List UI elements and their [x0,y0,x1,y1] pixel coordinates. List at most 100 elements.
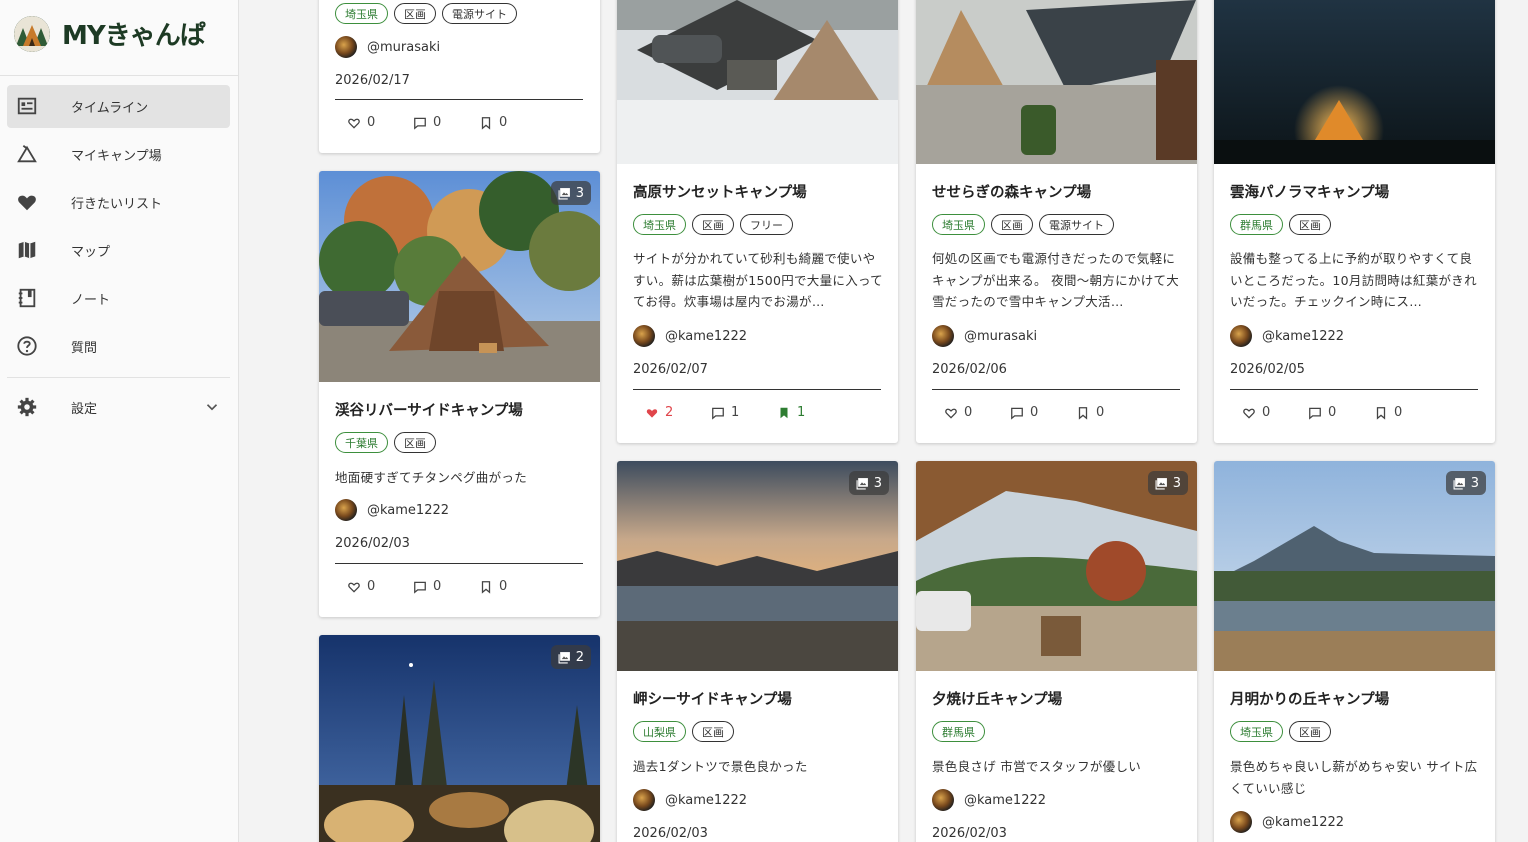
comment-button[interactable]: 0 [1308,405,1374,420]
sidebar-item-label: 質問 [71,341,98,356]
tag-site-type[interactable]: フリー [740,214,793,235]
card-divider [932,389,1180,390]
like-button[interactable]: 0 [944,405,1010,420]
tag-prefecture[interactable]: 群馬県 [932,721,985,742]
avatar [932,325,954,347]
comment-icon [712,407,724,420]
tag-prefecture[interactable]: 埼玉県 [633,214,686,235]
campsite-title[interactable]: 渓谷リバーサイドキャンプ場 [335,399,523,420]
post-card[interactable]: 3 岬シーサイドキャンプ場 山梨県 区画 過去1ダントツで景色良かった @kam… [617,461,898,842]
post-photo[interactable] [916,0,1197,164]
avatar [932,789,954,811]
sidebar-item-map[interactable]: マップ [7,229,230,272]
post-user[interactable]: @kame1222 [335,499,449,521]
sidebar-divider [0,75,238,76]
comment-button[interactable]: 1 [711,405,777,420]
like-button[interactable]: 0 [347,579,413,594]
tag-prefecture[interactable]: 埼玉県 [1230,721,1283,742]
post-card[interactable]: 雲海パノラマキャンプ場 群馬県 区画 設備も整ってる上に予約が取りやすくて良いと… [1214,0,1495,443]
tag-site-type[interactable]: 区画 [394,432,436,453]
avatar [1230,811,1252,833]
post-card[interactable]: 3 月明かりの丘キャンプ場 埼玉県 区画 景色めちゃ良いし薪がめちゃ安い サイト… [1214,461,1495,842]
sidebar-item-label: 行きたいリスト [71,197,163,212]
post-photo[interactable] [617,0,898,164]
campsite-title[interactable]: 月明かりの丘キャンプ場 [1230,688,1389,709]
comment-button[interactable]: 0 [413,115,479,130]
avatar [335,36,357,58]
app-logo[interactable]: MYきゃんぱ [14,15,206,52]
tag-site-type[interactable]: 区画 [1289,214,1331,235]
heart-outline-icon [945,408,957,419]
campsite-title[interactable]: せせらぎの森キャンプ場 [932,181,1091,202]
app-title: MYきゃんぱ [62,21,206,51]
heart-outline-icon [348,582,360,593]
post-user[interactable]: @kame1222 [1230,811,1344,833]
comment-button[interactable]: 0 [413,579,479,594]
post-card[interactable]: 2 [319,635,600,842]
post-user[interactable]: @murasaki [932,325,1037,347]
post-card[interactable]: 3 夕焼け丘キャンプ場 群馬県 景色良さげ 市営でスタッフが優しい @kame1… [916,461,1197,842]
tag-prefecture[interactable]: 千葉県 [335,432,388,453]
chevron-down-icon[interactable] [203,398,221,416]
campsite-title[interactable]: 高原サンセットキャンプ場 [633,181,807,202]
tag-facility[interactable]: 電源サイト [1039,214,1114,235]
card-divider [1230,389,1478,390]
post-description: 過去1ダントツで景色良かった [633,759,808,774]
post-actions: 0 0 0 [347,579,545,594]
post-photo[interactable] [1214,0,1495,164]
bookmark-button[interactable]: 0 [1076,405,1142,420]
like-button[interactable]: 0 [347,115,413,130]
bookmark-button[interactable]: 0 [1374,405,1440,420]
tag-site-type[interactable]: 区画 [692,721,734,742]
timeline-icon [17,97,37,115]
tag-site-type[interactable]: 区画 [394,3,436,24]
comment-icon [414,581,426,594]
post-user[interactable]: @kame1222 [1230,325,1344,347]
sidebar-item-questions[interactable]: 質問 [7,325,230,368]
post-card[interactable]: 埼玉県 区画 電源サイト @murasaki 2026/02/17 0 0 0 [319,0,600,153]
heart-icon [18,195,36,211]
tag-site-type[interactable]: 区画 [991,214,1033,235]
tag-prefecture[interactable]: 埼玉県 [335,3,388,24]
sidebar-item-notes[interactable]: ノート [7,277,230,320]
tag-list: 群馬県 [932,721,985,742]
post-card[interactable]: 3 渓谷リバーサイドキャンプ場 千葉県 区画 地面硬すぎてチタンペグ曲がった @… [319,171,600,617]
card-divider [633,389,881,390]
post-user[interactable]: @kame1222 [633,789,747,811]
post-description: 地面硬すぎてチタンペグ曲がった [335,470,528,485]
sidebar-item-timeline[interactable]: タイムライン [7,85,230,128]
tag-prefecture[interactable]: 山梨県 [633,721,686,742]
campsite-title[interactable]: 夕焼け丘キャンプ場 [932,688,1062,709]
post-actions: 0 0 0 [1242,405,1440,420]
comment-button[interactable]: 0 [1010,405,1076,420]
post-description: 何処の区画でも電源付きだったので気軽にキャンプが出来る。 夜間〜朝方にかけて大雪… [932,251,1180,309]
tag-list: 山梨県 区画 [633,721,734,742]
campsite-title[interactable]: 雲海パノラマキャンプ場 [1230,181,1389,202]
tag-prefecture[interactable]: 群馬県 [1230,214,1283,235]
tag-list: 埼玉県 区画 [1230,721,1331,742]
bookmark-button[interactable]: 0 [479,579,545,594]
post-date: 2026/02/07 [633,362,708,377]
post-card[interactable]: せせらぎの森キャンプ場 埼玉県 区画 電源サイト 何処の区画でも電源付きだったの… [916,0,1197,443]
post-description: サイトが分かれていて砂利も綺麗で使いやすい。薪は広葉樹が1500円で大量に入って… [633,251,883,309]
tag-prefecture[interactable]: 埼玉県 [932,214,985,235]
tag-site-type[interactable]: 区画 [692,214,734,235]
tag-facility[interactable]: 電源サイト [442,3,517,24]
sidebar-item-my-campsites[interactable]: マイキャンプ場 [7,133,230,176]
post-user[interactable]: @kame1222 [932,789,1046,811]
sidebar-item-settings[interactable]: 設定 [7,386,230,429]
campsite-title[interactable]: 岬シーサイドキャンプ場 [633,688,792,709]
bookmark-button[interactable]: 0 [479,115,545,130]
photo-stack-icon [1155,477,1167,489]
sidebar-item-label: タイムライン [71,101,149,116]
post-user[interactable]: @murasaki [335,36,440,58]
tag-site-type[interactable]: 区画 [1289,721,1331,742]
bookmark-icon [1078,406,1088,420]
like-button[interactable]: 0 [1242,405,1308,420]
like-button[interactable]: 2 [645,405,711,420]
bookmark-button[interactable]: 1 [777,405,843,420]
post-user[interactable]: @kame1222 [633,325,747,347]
post-card[interactable]: 高原サンセットキャンプ場 埼玉県 区画 フリー サイトが分かれていて砂利も綺麗で… [617,0,898,443]
sidebar-item-wishlist[interactable]: 行きたいリスト [7,181,230,224]
sidebar-item-label: マイキャンプ場 [71,149,162,164]
